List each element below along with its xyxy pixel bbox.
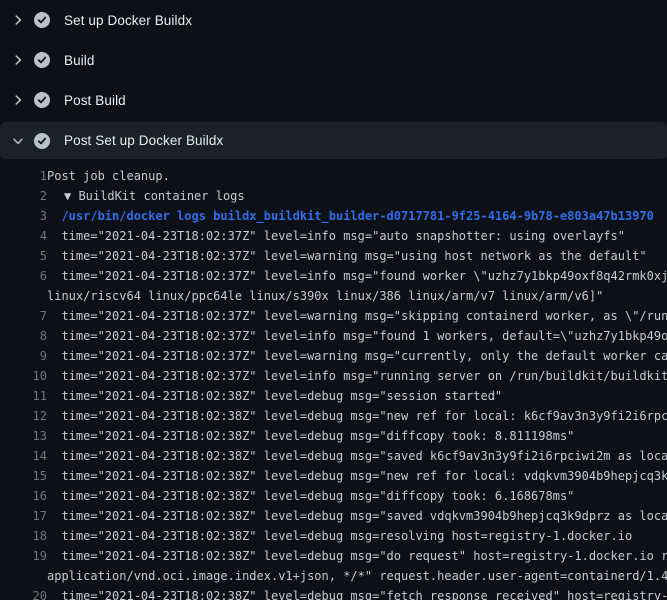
line-number[interactable]: 16	[0, 486, 47, 506]
step-header-post-set-up-docker-buildx[interactable]: Post Set up Docker Buildx	[0, 122, 667, 159]
log-text: linux/riscv64 linux/ppc64le linux/s390x …	[47, 286, 603, 306]
log-text: time="2021-04-23T18:02:38Z" level=debug …	[47, 506, 667, 526]
log-text: time="2021-04-23T18:02:38Z" level=debug …	[47, 586, 667, 600]
line-number[interactable]: 4	[0, 226, 47, 246]
line-number[interactable]: 14	[0, 446, 47, 466]
step-title: Build	[64, 53, 95, 68]
log-line: 13 time="2021-04-23T18:02:38Z" level=deb…	[0, 426, 667, 446]
line-number[interactable]: 20	[0, 586, 47, 600]
check-circle-icon	[34, 133, 50, 149]
line-number[interactable]	[0, 286, 47, 306]
log-line: 10 time="2021-04-23T18:02:37Z" level=inf…	[0, 366, 667, 386]
log-line: linux/riscv64 linux/ppc64le linux/s390x …	[0, 286, 667, 306]
log-line: 3 /usr/bin/docker logs buildx_buildkit_b…	[0, 206, 667, 226]
line-number[interactable]	[0, 566, 47, 586]
log-text: time="2021-04-23T18:02:37Z" level=info m…	[47, 266, 667, 286]
log-text: time="2021-04-23T18:02:38Z" level=debug …	[47, 386, 502, 406]
line-number[interactable]: 9	[0, 346, 47, 366]
log-line: 15 time="2021-04-23T18:02:38Z" level=deb…	[0, 466, 667, 486]
line-number[interactable]: 15	[0, 466, 47, 486]
log-text: application/vnd.oci.image.index.v1+json,…	[47, 566, 667, 586]
log-text: time="2021-04-23T18:02:38Z" level=debug …	[47, 446, 667, 466]
check-circle-icon	[34, 92, 50, 108]
step-title: Set up Docker Buildx	[64, 13, 192, 28]
step-header-set-up-docker-buildx[interactable]: Set up Docker Buildx	[0, 0, 667, 40]
log-area: 1 Post job cleanup. 2 ▼ BuildKit contain…	[0, 159, 667, 600]
log-line: 20 time="2021-04-23T18:02:38Z" level=deb…	[0, 586, 667, 600]
line-number[interactable]: 17	[0, 506, 47, 526]
log-line: 1 Post job cleanup.	[0, 166, 667, 186]
log-text: time="2021-04-23T18:02:38Z" level=debug …	[47, 486, 574, 506]
actions-log-viewer: Set up Docker Buildx Build	[0, 0, 667, 600]
line-number[interactable]: 18	[0, 526, 47, 546]
check-circle-icon	[34, 12, 50, 28]
line-number[interactable]: 11	[0, 386, 47, 406]
log-text: time="2021-04-23T18:02:38Z" level=debug …	[47, 426, 574, 446]
log-line: 4 time="2021-04-23T18:02:37Z" level=info…	[0, 226, 667, 246]
log-text: BuildKit container logs	[71, 186, 244, 206]
log-text: time="2021-04-23T18:02:38Z" level=debug …	[47, 406, 667, 426]
log-line: 7 time="2021-04-23T18:02:37Z" level=warn…	[0, 306, 667, 326]
log-line: 8 time="2021-04-23T18:02:37Z" level=info…	[0, 326, 667, 346]
log-line: 5 time="2021-04-23T18:02:37Z" level=warn…	[0, 246, 667, 266]
check-circle-icon	[34, 52, 50, 68]
chevron-right-icon	[11, 93, 25, 107]
line-number[interactable]: 13	[0, 426, 47, 446]
log-text: time="2021-04-23T18:02:37Z" level=warnin…	[47, 346, 667, 366]
log-line: 16 time="2021-04-23T18:02:38Z" level=deb…	[0, 486, 667, 506]
line-number[interactable]: 3	[0, 206, 47, 226]
log-text: time="2021-04-23T18:02:37Z" level=warnin…	[47, 246, 647, 266]
line-number[interactable]: 5	[0, 246, 47, 266]
log-line: 12 time="2021-04-23T18:02:38Z" level=deb…	[0, 406, 667, 426]
chevron-right-icon	[11, 13, 25, 27]
line-number[interactable]: 6	[0, 266, 47, 286]
log-text: time="2021-04-23T18:02:37Z" level=info m…	[47, 226, 625, 246]
line-number[interactable]: 8	[0, 326, 47, 346]
line-number[interactable]: 19	[0, 546, 47, 566]
log-group-toggle-icon[interactable]: ▼	[64, 186, 71, 206]
log-line: 17 time="2021-04-23T18:02:38Z" level=deb…	[0, 506, 667, 526]
line-number[interactable]: 7	[0, 306, 47, 326]
log-line: 11 time="2021-04-23T18:02:38Z" level=deb…	[0, 386, 667, 406]
step-list: Set up Docker Buildx Build	[0, 0, 667, 159]
log-line: 19 time="2021-04-23T18:02:38Z" level=deb…	[0, 546, 667, 566]
log-line: 6 time="2021-04-23T18:02:37Z" level=info…	[0, 266, 667, 286]
chevron-down-icon	[11, 134, 25, 148]
log-line: 14 time="2021-04-23T18:02:38Z" level=deb…	[0, 446, 667, 466]
log-text: time="2021-04-23T18:02:37Z" level=info m…	[47, 326, 667, 346]
step-title: Post Build	[64, 93, 126, 108]
step-header-post-build[interactable]: Post Build	[0, 80, 667, 120]
log-text: time="2021-04-23T18:02:38Z" level=debug …	[47, 526, 632, 546]
line-number[interactable]: 1	[0, 166, 47, 186]
log-text: /usr/bin/docker logs buildx_buildkit_bui…	[47, 206, 654, 226]
line-number[interactable]: 2	[0, 186, 47, 206]
log-text: time="2021-04-23T18:02:38Z" level=debug …	[47, 466, 667, 486]
chevron-right-icon	[11, 53, 25, 67]
step-title: Post Set up Docker Buildx	[64, 133, 223, 148]
log-line: 9 time="2021-04-23T18:02:37Z" level=warn…	[0, 346, 667, 366]
log-text: time="2021-04-23T18:02:37Z" level=warnin…	[47, 306, 667, 326]
log-text: time="2021-04-23T18:02:38Z" level=debug …	[47, 546, 667, 566]
line-number[interactable]: 10	[0, 366, 47, 386]
log-line: 18 time="2021-04-23T18:02:38Z" level=deb…	[0, 526, 667, 546]
log-text: time="2021-04-23T18:02:37Z" level=info m…	[47, 366, 667, 386]
log-text: Post job cleanup.	[47, 166, 170, 186]
log-line: application/vnd.oci.image.index.v1+json,…	[0, 566, 667, 586]
line-number[interactable]: 12	[0, 406, 47, 426]
log-line: 2 ▼ BuildKit container logs	[0, 186, 667, 206]
step-header-build[interactable]: Build	[0, 40, 667, 80]
